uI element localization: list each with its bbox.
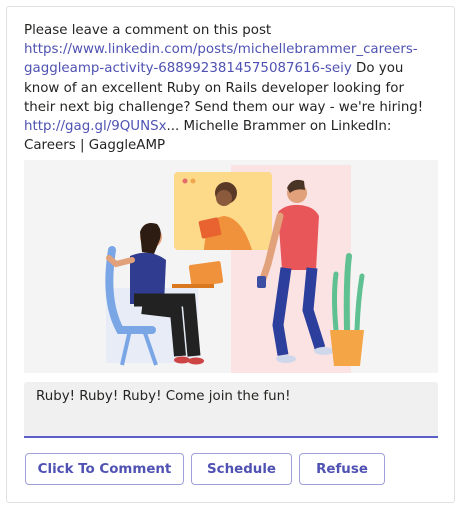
- post-message: Please leave a comment on this post https…: [24, 21, 438, 155]
- comment-input[interactable]: Ruby! Ruby! Ruby! Come join the fun!: [24, 382, 438, 438]
- post-illustration: [24, 160, 438, 373]
- click-to-comment-button[interactable]: Click To Comment: [25, 453, 184, 485]
- short-link[interactable]: http://gag.gl/9QUNSx: [24, 119, 167, 134]
- schedule-button[interactable]: Schedule: [191, 453, 292, 485]
- post-intro: Please leave a comment on this post: [24, 23, 272, 38]
- refuse-button[interactable]: Refuse: [299, 453, 385, 485]
